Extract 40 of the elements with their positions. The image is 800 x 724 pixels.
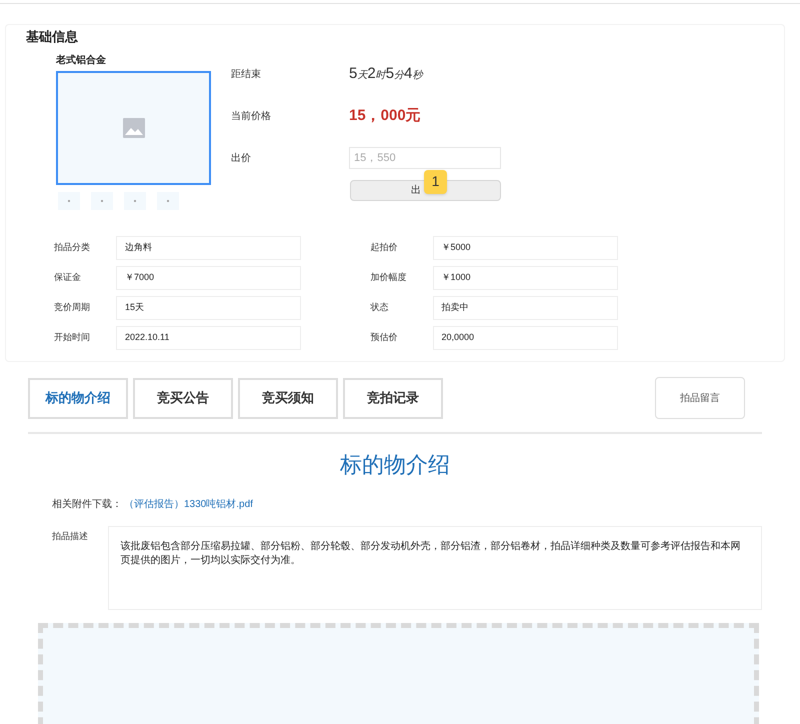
attachment-label: 相关附件下载： xyxy=(52,498,122,512)
message-button[interactable]: 拍品留言 xyxy=(655,377,745,419)
value-field: 15天 xyxy=(116,296,301,320)
field-label: 距结束 xyxy=(231,68,262,82)
tab[interactable]: 竞买须知 xyxy=(238,378,338,418)
field-label: 状态 xyxy=(370,300,390,314)
thumbnail[interactable] xyxy=(58,192,80,210)
field-label: 起拍价 xyxy=(370,240,398,254)
value-field: ￥7000 xyxy=(116,266,301,290)
field-label: 加价幅度 xyxy=(370,270,408,284)
tab[interactable]: 标的物介绍 xyxy=(28,378,128,418)
image-icon xyxy=(122,118,144,138)
bid-input[interactable]: 15，550 xyxy=(349,146,501,168)
field-label: 预估价 xyxy=(370,330,398,344)
value-field: ￥1000 xyxy=(432,266,618,290)
value-field: 2022.10.11 xyxy=(116,326,301,350)
count-badge: 1 xyxy=(424,170,447,194)
countdown-text: 5天2时5分4秒 xyxy=(349,64,422,84)
product-name: 老式铝合金 xyxy=(56,54,106,68)
value-field: 20,0000 xyxy=(432,326,618,350)
field-label: 拍品分类 xyxy=(54,240,91,254)
field-label: 出价 xyxy=(231,152,252,166)
thumbnail[interactable] xyxy=(124,192,146,210)
description-box: 该批废铝包含部分压缩易拉罐、部分铝粉、部分轮毂、部分发动机外壳，部分铝渣，部分铝卷材，拍品详细种类及数量可参考评估报告和本网页提供的图片，一切均以实际交付为准。 xyxy=(108,526,762,610)
current-price: 15，000元 xyxy=(349,106,421,126)
field-label: 拍品描述 xyxy=(52,530,89,543)
value-field: 边角料 xyxy=(116,236,301,260)
value-field: 拍卖中 xyxy=(432,296,618,320)
field-label: 竞价周期 xyxy=(54,300,91,314)
field-label: 开始时间 xyxy=(54,330,91,344)
section-title: 基础信息 xyxy=(26,28,78,46)
attachment-link[interactable]: （评估报告）1330吨铝材.pdf xyxy=(124,497,253,512)
thumbnail[interactable] xyxy=(157,192,179,210)
thumbnail[interactable] xyxy=(91,192,113,210)
field-label: 当前价格 xyxy=(231,110,272,124)
tab[interactable]: 竞买公告 xyxy=(133,378,233,418)
field-label: 保证金 xyxy=(54,270,82,284)
intro-title: 标的物介绍 xyxy=(340,451,450,479)
value-field: ￥5000 xyxy=(432,236,618,260)
tab[interactable]: 竞拍记录 xyxy=(343,378,443,418)
